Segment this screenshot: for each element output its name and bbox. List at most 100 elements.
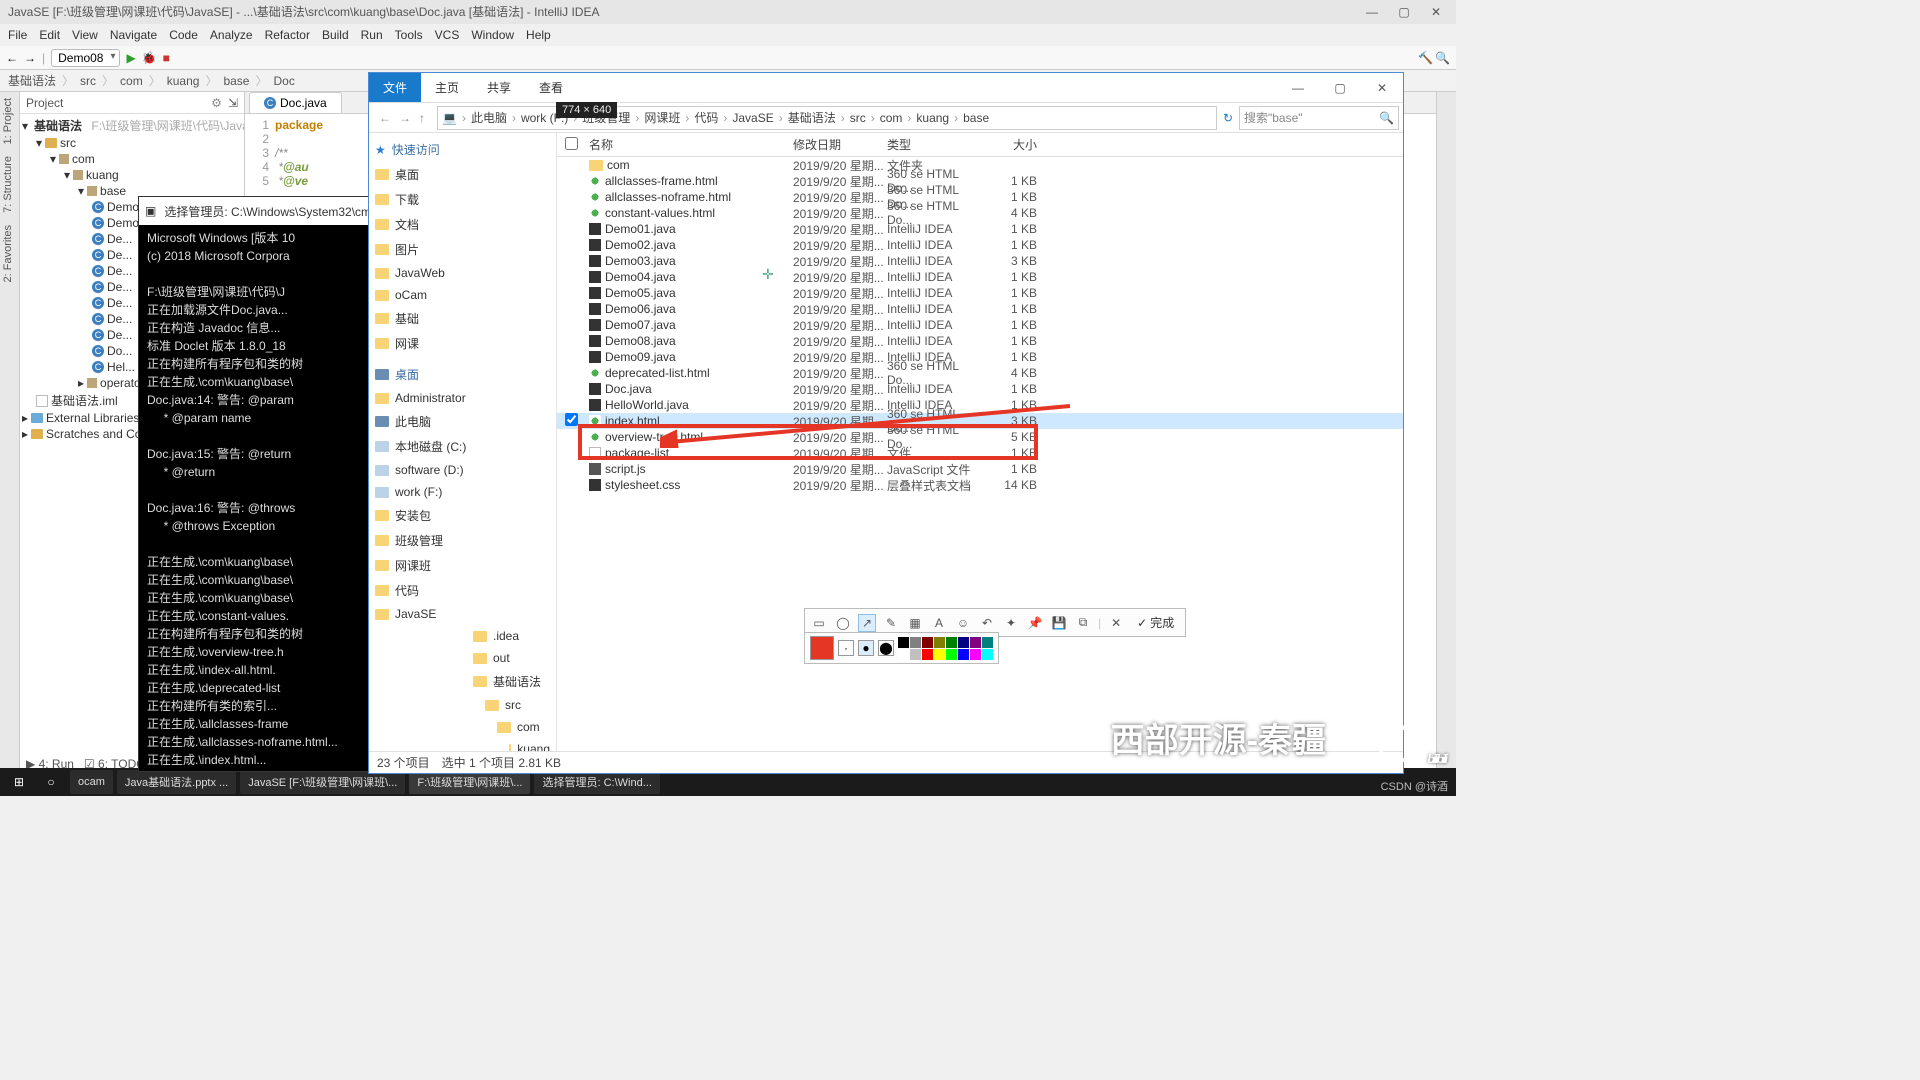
menu-analyze[interactable]: Analyze	[210, 28, 253, 42]
crumb-item[interactable]: kuang	[167, 74, 200, 88]
collapse-icon[interactable]: ⇲	[228, 96, 238, 110]
file-row[interactable]: Demo01.java2019/9/20 星期...IntelliJ IDEA1…	[557, 221, 1403, 237]
cancel-icon[interactable]: ✕	[1107, 614, 1125, 632]
pen-tool-icon[interactable]: ✎	[882, 614, 900, 632]
nav-fwd-icon[interactable]: →	[399, 111, 411, 125]
file-checkbox[interactable]	[565, 413, 578, 426]
menu-navigate[interactable]: Navigate	[110, 28, 157, 42]
color-swatch[interactable]	[946, 649, 957, 660]
search-icon[interactable]: 🔍	[1379, 111, 1394, 125]
debug-icon[interactable]: 🐞	[142, 51, 157, 65]
undo-icon[interactable]: ↶	[978, 614, 996, 632]
current-color-swatch[interactable]	[810, 636, 834, 660]
file-row[interactable]: Demo06.java2019/9/20 星期...IntelliJ IDEA1…	[557, 301, 1403, 317]
breadcrumb-item[interactable]: com	[880, 111, 903, 125]
select-all-checkbox[interactable]	[565, 137, 578, 150]
explorer-tab-view[interactable]: 查看	[525, 73, 577, 102]
crumb-item[interactable]: com	[120, 74, 143, 88]
stop-icon[interactable]: ■	[163, 51, 170, 65]
explorer-breadcrumb[interactable]: 💻›此电脑›work (F:)›班级管理›网课班›代码›JavaSE›基础语法›…	[437, 106, 1217, 130]
copy-icon[interactable]: ⧉	[1074, 614, 1092, 632]
file-row[interactable]: Demo08.java2019/9/20 星期...IntelliJ IDEA1…	[557, 333, 1403, 349]
brush-med-icon[interactable]: ●	[858, 640, 874, 656]
taskbar-item[interactable]: Java基础语法.pptx ...	[117, 770, 236, 794]
color-swatch[interactable]	[946, 637, 957, 648]
explorer-column-header[interactable]: 名称 修改日期 类型 大小	[557, 133, 1403, 157]
explorer-tab-share[interactable]: 共享	[473, 73, 525, 102]
breadcrumb-item[interactable]: src	[850, 111, 866, 125]
run-config-combo[interactable]: Demo08	[51, 49, 120, 67]
explorer-close-icon[interactable]: ✕	[1361, 74, 1403, 102]
explorer-maximize-icon[interactable]: ▢	[1319, 74, 1361, 102]
col-size[interactable]: 大小	[987, 136, 1047, 153]
text-tool-icon[interactable]: A	[930, 614, 948, 632]
color-swatch[interactable]	[970, 649, 981, 660]
refresh-icon[interactable]: ↻	[1223, 111, 1233, 125]
col-date[interactable]: 修改日期	[793, 136, 887, 153]
ide-minimize-icon[interactable]: —	[1360, 2, 1384, 22]
search-icon[interactable]: 🔍	[1435, 51, 1450, 65]
col-name[interactable]: 名称	[585, 136, 793, 153]
color-swatch[interactable]	[982, 637, 993, 648]
menu-view[interactable]: View	[72, 28, 98, 42]
sticker-tool-icon[interactable]: ☺	[954, 614, 972, 632]
breadcrumb-item[interactable]: base	[963, 111, 989, 125]
magic-tool-icon[interactable]: ✦	[1002, 614, 1020, 632]
file-row[interactable]: deprecated-list.html2019/9/20 星期...360 s…	[557, 365, 1403, 381]
brush-small-icon[interactable]: ·	[838, 640, 854, 656]
ide-left-toolstrip[interactable]: 1: Project 7: Structure 2: Favorites	[0, 92, 20, 774]
menu-file[interactable]: File	[8, 28, 27, 42]
breadcrumb-item[interactable]: kuang	[916, 111, 949, 125]
file-row[interactable]: Demo07.java2019/9/20 星期...IntelliJ IDEA1…	[557, 317, 1403, 333]
breadcrumb-item[interactable]: 网课班	[644, 109, 680, 126]
explorer-nav-pane[interactable]: ★快速访问 桌面 下载 文档 图片 JavaWeb oCam 基础 网课 桌面 …	[369, 133, 557, 751]
run-icon[interactable]: ▶	[126, 51, 135, 65]
color-swatch[interactable]	[970, 637, 981, 648]
crumb-item[interactable]: base	[223, 74, 249, 88]
file-row[interactable]: Demo02.java2019/9/20 星期...IntelliJ IDEA1…	[557, 237, 1403, 253]
menu-vcs[interactable]: VCS	[435, 28, 460, 42]
file-row[interactable]: constant-values.html2019/9/20 星期...360 s…	[557, 205, 1403, 221]
color-swatch[interactable]	[898, 637, 909, 648]
color-swatch[interactable]	[934, 637, 945, 648]
menu-help[interactable]: Help	[526, 28, 551, 42]
file-row[interactable]: Doc.java2019/9/20 星期...IntelliJ IDEA1 KB	[557, 381, 1403, 397]
gear-icon[interactable]: ⚙	[211, 96, 222, 110]
taskbar-item[interactable]: ocam	[70, 770, 113, 794]
color-grid[interactable]	[898, 637, 993, 660]
color-swatch[interactable]	[910, 637, 921, 648]
nav-back-icon[interactable]: ←	[379, 111, 391, 125]
pin-icon[interactable]: 📌	[1026, 614, 1044, 632]
breadcrumb-item[interactable]: 基础语法	[788, 109, 836, 126]
color-swatch[interactable]	[922, 649, 933, 660]
arrow-tool-icon[interactable]: ↗	[858, 614, 876, 632]
ide-menu-bar[interactable]: File Edit View Navigate Code Analyze Refactor B…	[0, 24, 1456, 46]
color-swatch[interactable]	[958, 649, 969, 660]
color-swatch[interactable]	[958, 637, 969, 648]
col-type[interactable]: 类型	[887, 136, 987, 153]
explorer-tab-file[interactable]: 文件	[369, 73, 421, 102]
explorer-minimize-icon[interactable]: —	[1277, 74, 1319, 102]
crumb-item[interactable]: 基础语法	[8, 72, 56, 89]
menu-code[interactable]: Code	[169, 28, 198, 42]
structure-tooltab[interactable]: 7: Structure	[0, 150, 16, 219]
project-tooltab[interactable]: 1: Project	[0, 92, 16, 150]
file-row[interactable]: script.js2019/9/20 星期...JavaScript 文件1 K…	[557, 461, 1403, 477]
brush-large-icon[interactable]: ⬤	[878, 640, 894, 656]
menu-run[interactable]: Run	[361, 28, 383, 42]
rect-tool-icon[interactable]: ▭	[810, 614, 828, 632]
menu-window[interactable]: Window	[471, 28, 514, 42]
ellipse-tool-icon[interactable]: ◯	[834, 614, 852, 632]
ide-maximize-icon[interactable]: ▢	[1392, 2, 1416, 22]
editor-tab-doc[interactable]: CDoc.java	[249, 92, 342, 113]
forward-icon[interactable]: →	[24, 51, 36, 65]
file-row[interactable]: package-list2019/9/20 星期...文件1 KB	[557, 445, 1403, 461]
mosaic-tool-icon[interactable]: ▦	[906, 614, 924, 632]
explorer-window[interactable]: 文件 主页 共享 查看 — ▢ ✕ ← → ↑ 💻›此电脑›work (F:)›…	[368, 72, 1404, 774]
menu-refactor[interactable]: Refactor	[265, 28, 310, 42]
menu-tools[interactable]: Tools	[395, 28, 423, 42]
color-swatch[interactable]	[934, 649, 945, 660]
menu-build[interactable]: Build	[322, 28, 349, 42]
menu-edit[interactable]: Edit	[39, 28, 60, 42]
file-row[interactable]: overview-tree.html2019/9/20 星期...360 se …	[557, 429, 1403, 445]
